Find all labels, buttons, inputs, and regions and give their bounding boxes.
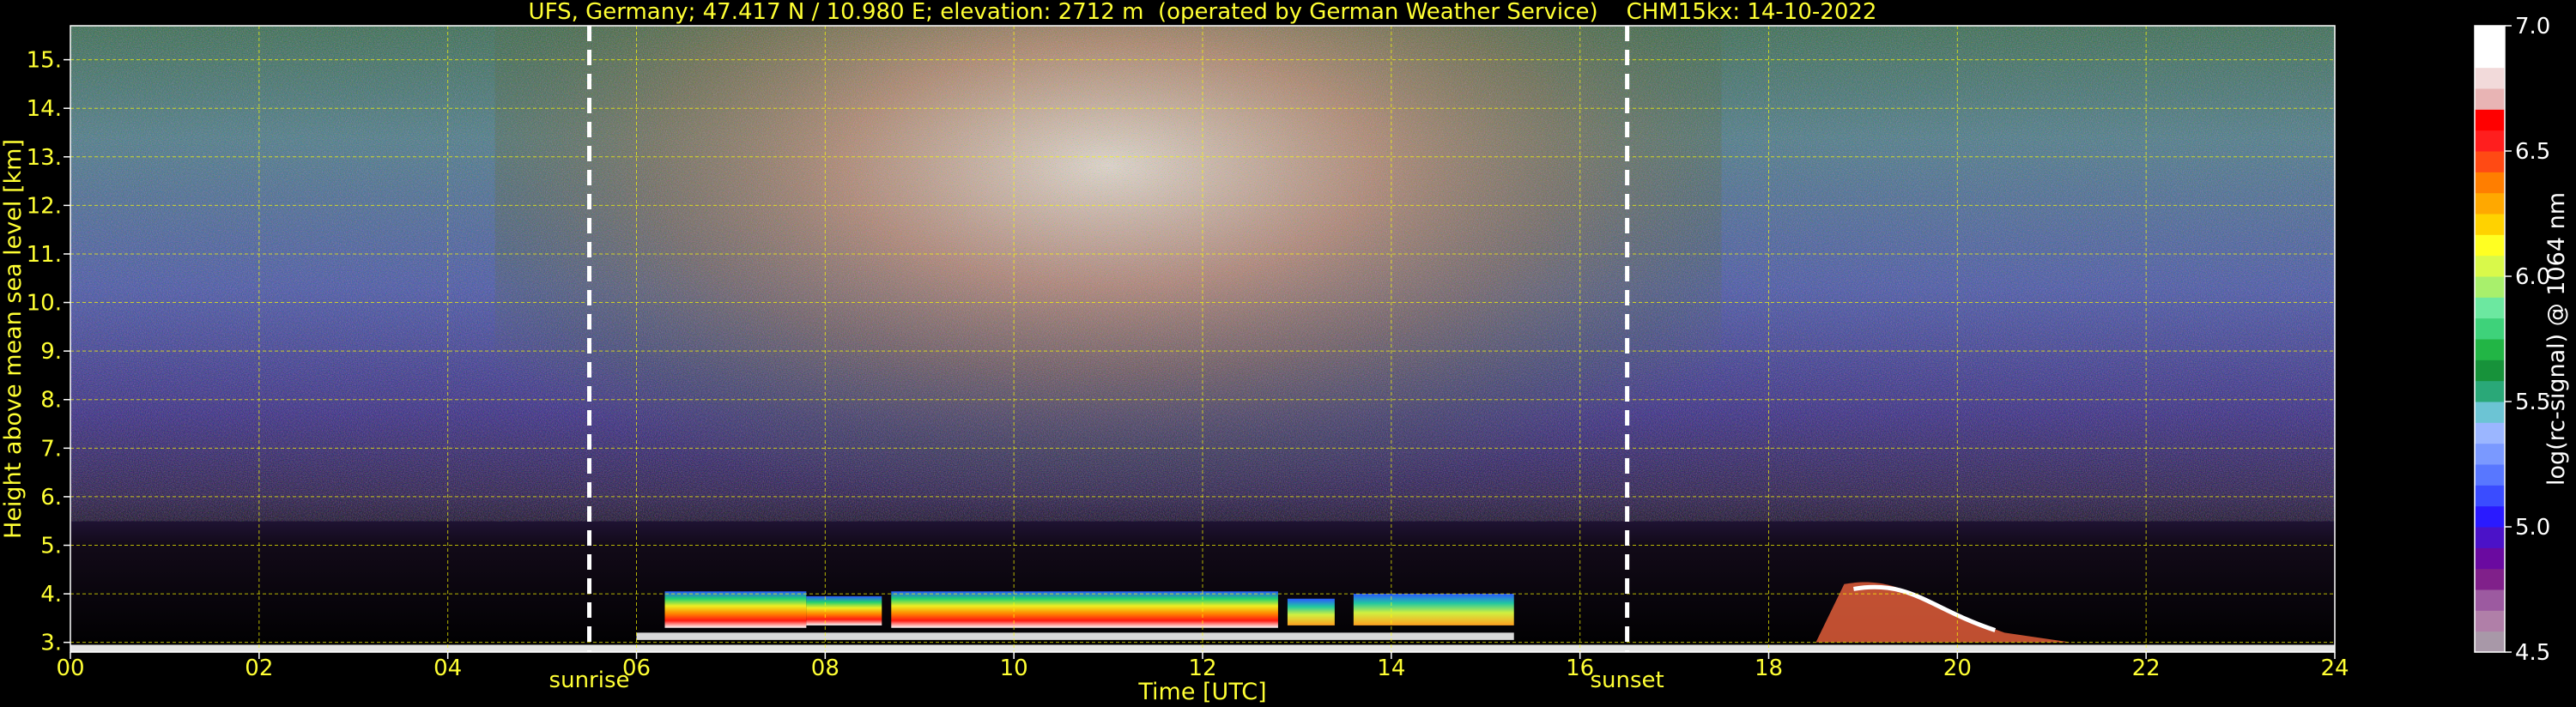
sunset-label: sunset <box>1591 668 1664 693</box>
x-tick-label: 06 <box>622 656 651 681</box>
colorbar-segment <box>2475 317 2505 340</box>
colorbar-segment <box>2475 339 2505 360</box>
colorbar-segment <box>2475 255 2505 277</box>
colorbar-segment <box>2475 422 2505 444</box>
colorbar-segment <box>2475 547 2505 570</box>
colorbar-label: log(rc-signal) @ 1064 nm <box>2543 192 2570 486</box>
colorbar-tick-label: 6.5 <box>2515 139 2550 165</box>
aerosol-layer-block <box>891 591 1278 628</box>
y-tick-label: 12. <box>27 193 62 219</box>
aerosol-layer-block <box>664 591 807 628</box>
sunrise-label: sunrise <box>549 668 630 693</box>
colorbar-segment <box>2475 485 2505 507</box>
x-axis-label: Time [UTC] <box>1137 679 1266 705</box>
x-tick-label: 22 <box>2132 656 2161 681</box>
x-tick-label: 16 <box>1566 656 1594 681</box>
aerosol-layer-block <box>1353 594 1514 625</box>
colorbar-segment <box>2475 26 2505 47</box>
colorbar-segment <box>2475 527 2505 548</box>
colorbar-segment <box>2475 589 2505 611</box>
colorbar-segment <box>2475 402 2505 423</box>
colorbar-segment <box>2475 464 2505 486</box>
colorbar-segment <box>2475 214 2505 235</box>
ceilometer-chart: sunrise sunset 00 02 04 06 08 10 12 14 16 18 20 22 24… <box>0 0 2570 705</box>
y-tick-label: 10. <box>27 291 62 317</box>
colorbar-segment <box>2475 443 2505 465</box>
colorbar-segment <box>2475 380 2505 402</box>
colorbar-tick-label: 7.0 <box>2515 14 2550 39</box>
colorbar-segment <box>2475 88 2505 110</box>
colorbar-segment <box>2475 505 2505 528</box>
colorbar-segment <box>2475 568 2505 590</box>
chart-title: UFS, Germany; 47.417 N / 10.980 E; eleva… <box>529 0 1877 25</box>
y-tick-label: 5. <box>40 534 62 559</box>
y-axis-label: Height above mean sea level [km] <box>0 139 27 539</box>
colorbar-segment <box>2475 192 2505 215</box>
y-tick-label: 11. <box>27 242 62 268</box>
x-tick-label: 10 <box>1000 656 1028 681</box>
colorbar-segment <box>2475 172 2505 194</box>
x-tick-label: 24 <box>2320 656 2349 681</box>
colorbar-segment <box>2475 297 2505 319</box>
x-tick-label: 14 <box>1377 656 1405 681</box>
colorbar-segment <box>2475 276 2505 298</box>
x-tick-label: 12 <box>1188 656 1216 681</box>
x-tick-label: 20 <box>1943 656 1972 681</box>
colorbar-segment <box>2475 130 2505 152</box>
y-tick-label: 15. <box>27 48 62 74</box>
y-tick-label: 3. <box>40 631 62 656</box>
colorbar-segment <box>2475 360 2505 382</box>
colorbar-segment <box>2475 109 2505 131</box>
colorbar-segment <box>2475 151 2505 172</box>
aerosol-layer-block <box>1287 598 1335 625</box>
x-tick-label: 02 <box>245 656 273 681</box>
boundary-layer-base <box>636 632 1514 640</box>
colorbar-segment <box>2475 610 2505 632</box>
y-tick-label: 7. <box>40 436 62 462</box>
y-tick-label: 9. <box>40 339 62 365</box>
y-tick-label: 8. <box>40 388 62 414</box>
colorbar-segment <box>2475 46 2505 69</box>
y-tick-label: 6. <box>40 485 62 511</box>
y-tick-label: 4. <box>40 582 62 607</box>
colorbar-segment <box>2475 67 2505 89</box>
colorbar-tick-label: 5.0 <box>2515 515 2550 541</box>
colorbar-segment <box>2475 631 2505 653</box>
colorbar-segment <box>2475 234 2505 257</box>
y-tick-label: 13. <box>27 145 62 171</box>
x-tick-label: 08 <box>811 656 839 681</box>
colorbar-tick-label: 4.5 <box>2515 640 2550 666</box>
aerosol-layer-block <box>806 595 882 625</box>
y-tick-label: 14. <box>27 96 62 122</box>
x-tick-label: 18 <box>1755 656 1783 681</box>
x-tick-label: 00 <box>56 656 84 681</box>
x-tick-label: 04 <box>433 656 462 681</box>
